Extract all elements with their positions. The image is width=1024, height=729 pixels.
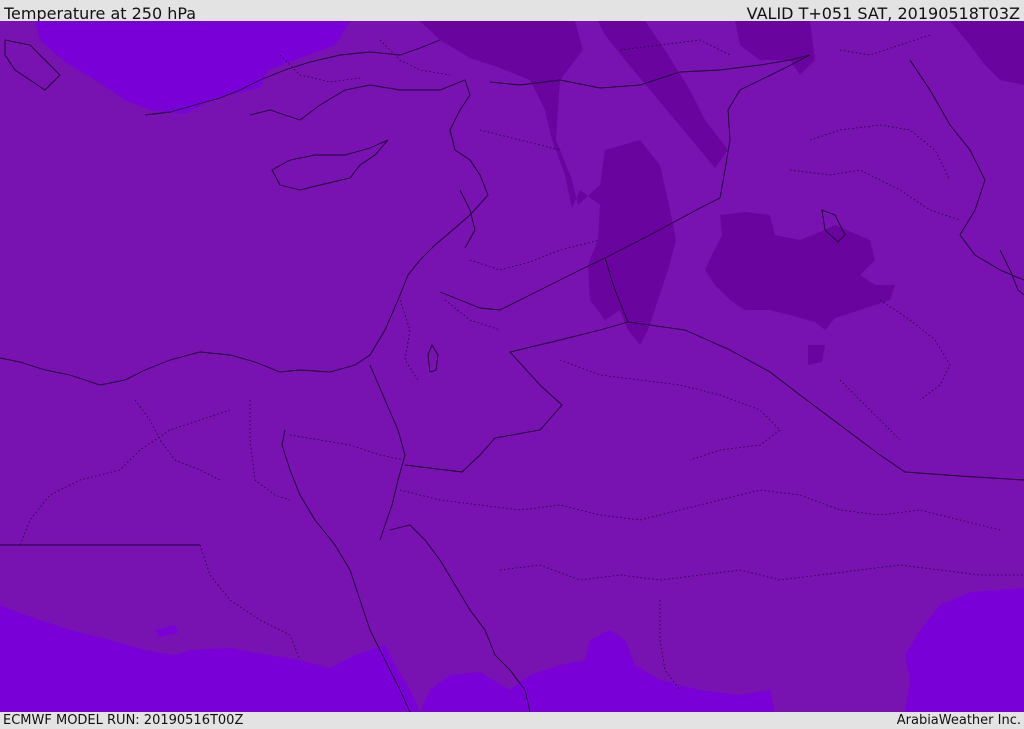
model-run-label: ECMWF MODEL RUN: 20190516T00Z xyxy=(3,713,244,728)
credit-label: ArabiaWeather Inc. xyxy=(896,713,1021,728)
weather-map xyxy=(0,21,1024,712)
footer-bar: ECMWF MODEL RUN: 20190516T00Z ArabiaWeat… xyxy=(0,712,1024,729)
header-bar: Temperature at 250 hPa VALID T+051 SAT, … xyxy=(0,0,1024,23)
